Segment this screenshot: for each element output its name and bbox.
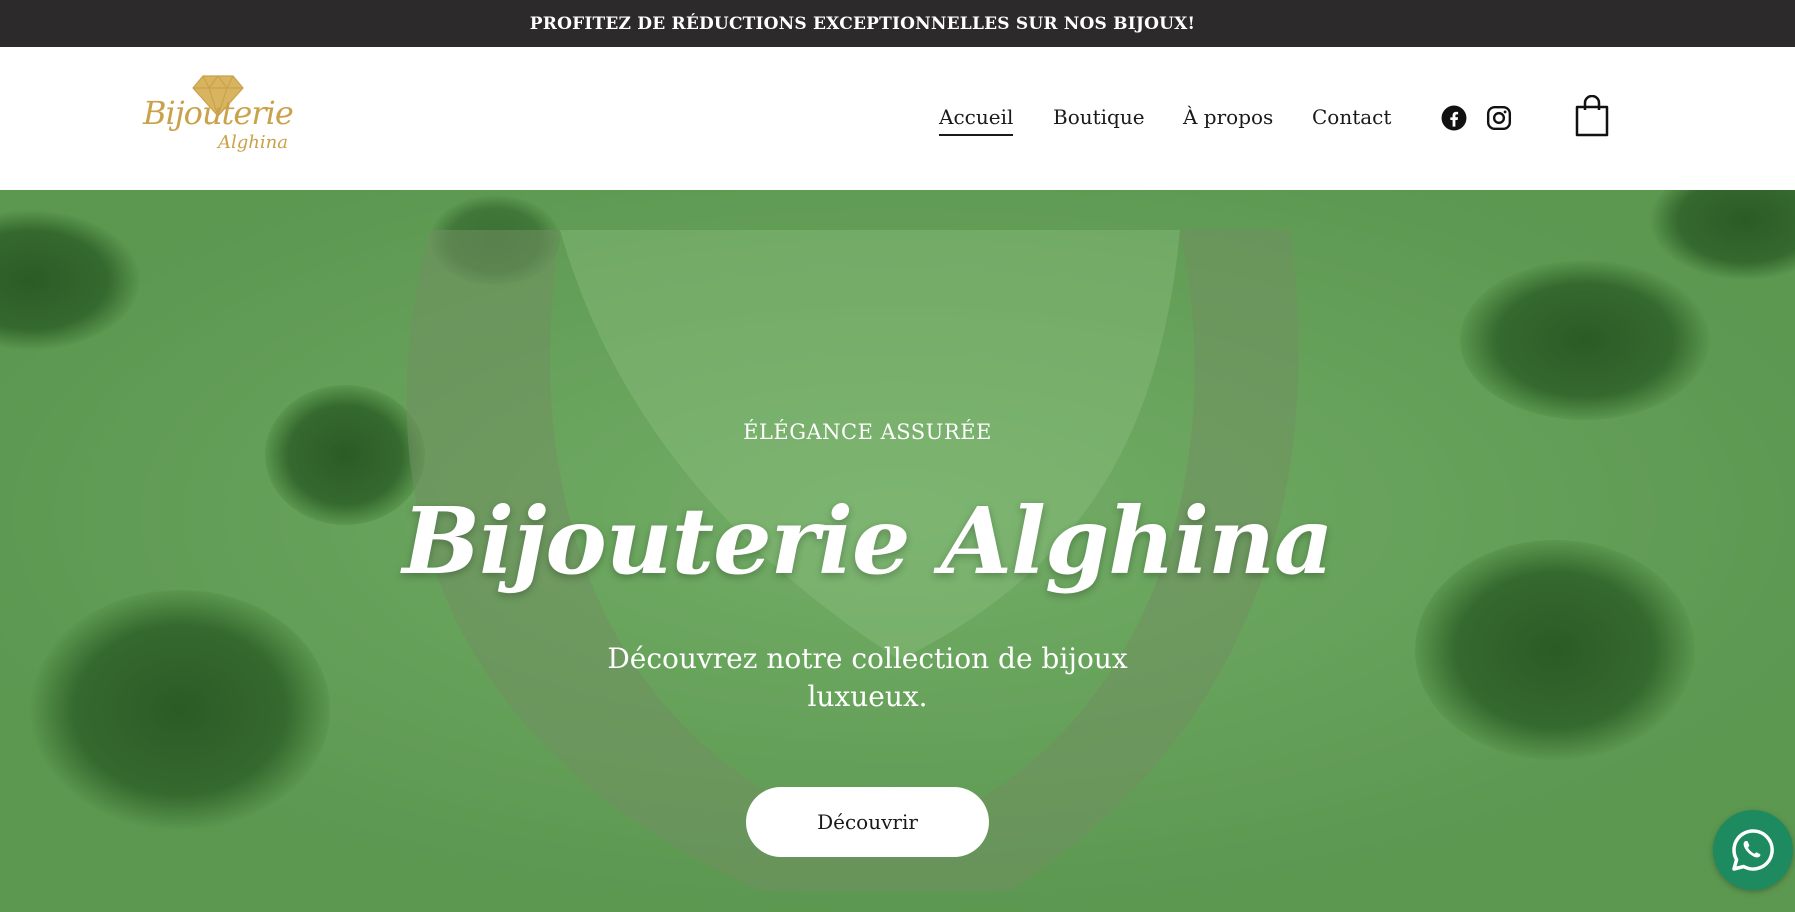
hero-eyebrow: ÉLÉGANCE ASSURÉE <box>743 420 992 444</box>
facebook-icon[interactable] <box>1441 105 1467 131</box>
announcement-text: PROFITEZ DE RÉDUCTIONS EXCEPTIONNELLES S… <box>529 13 1196 34</box>
hero-section: ÉLÉGANCE ASSURÉE Bijouterie Alghina Déco… <box>0 190 1795 912</box>
hero-subtitle: Découvrez notre collection de bijoux lux… <box>607 642 1128 713</box>
logo-text-line1: Bijouterie <box>143 94 294 132</box>
announcement-bar: PROFITEZ DE RÉDUCTIONS EXCEPTIONNELLES S… <box>0 0 1795 47</box>
discover-button[interactable]: Découvrir <box>746 787 989 857</box>
whatsapp-button[interactable] <box>1713 810 1793 890</box>
nav-link-contact[interactable]: Contact <box>1312 105 1391 129</box>
nav-link-a-propos[interactable]: À propos <box>1183 105 1273 129</box>
shopping-bag-icon[interactable] <box>1574 95 1610 137</box>
site-logo[interactable]: Bijouterie Alghina <box>143 72 294 167</box>
site-header: Bijouterie Alghina Accueil Boutique À pr… <box>0 47 1795 190</box>
instagram-icon[interactable] <box>1486 105 1512 131</box>
hero-title: Bijouterie Alghina <box>402 487 1333 595</box>
logo-text-line2: Alghina <box>218 132 288 153</box>
whatsapp-icon <box>1732 829 1774 871</box>
nav-link-accueil[interactable]: Accueil <box>939 105 1014 136</box>
nav-link-boutique[interactable]: Boutique <box>1053 105 1145 129</box>
